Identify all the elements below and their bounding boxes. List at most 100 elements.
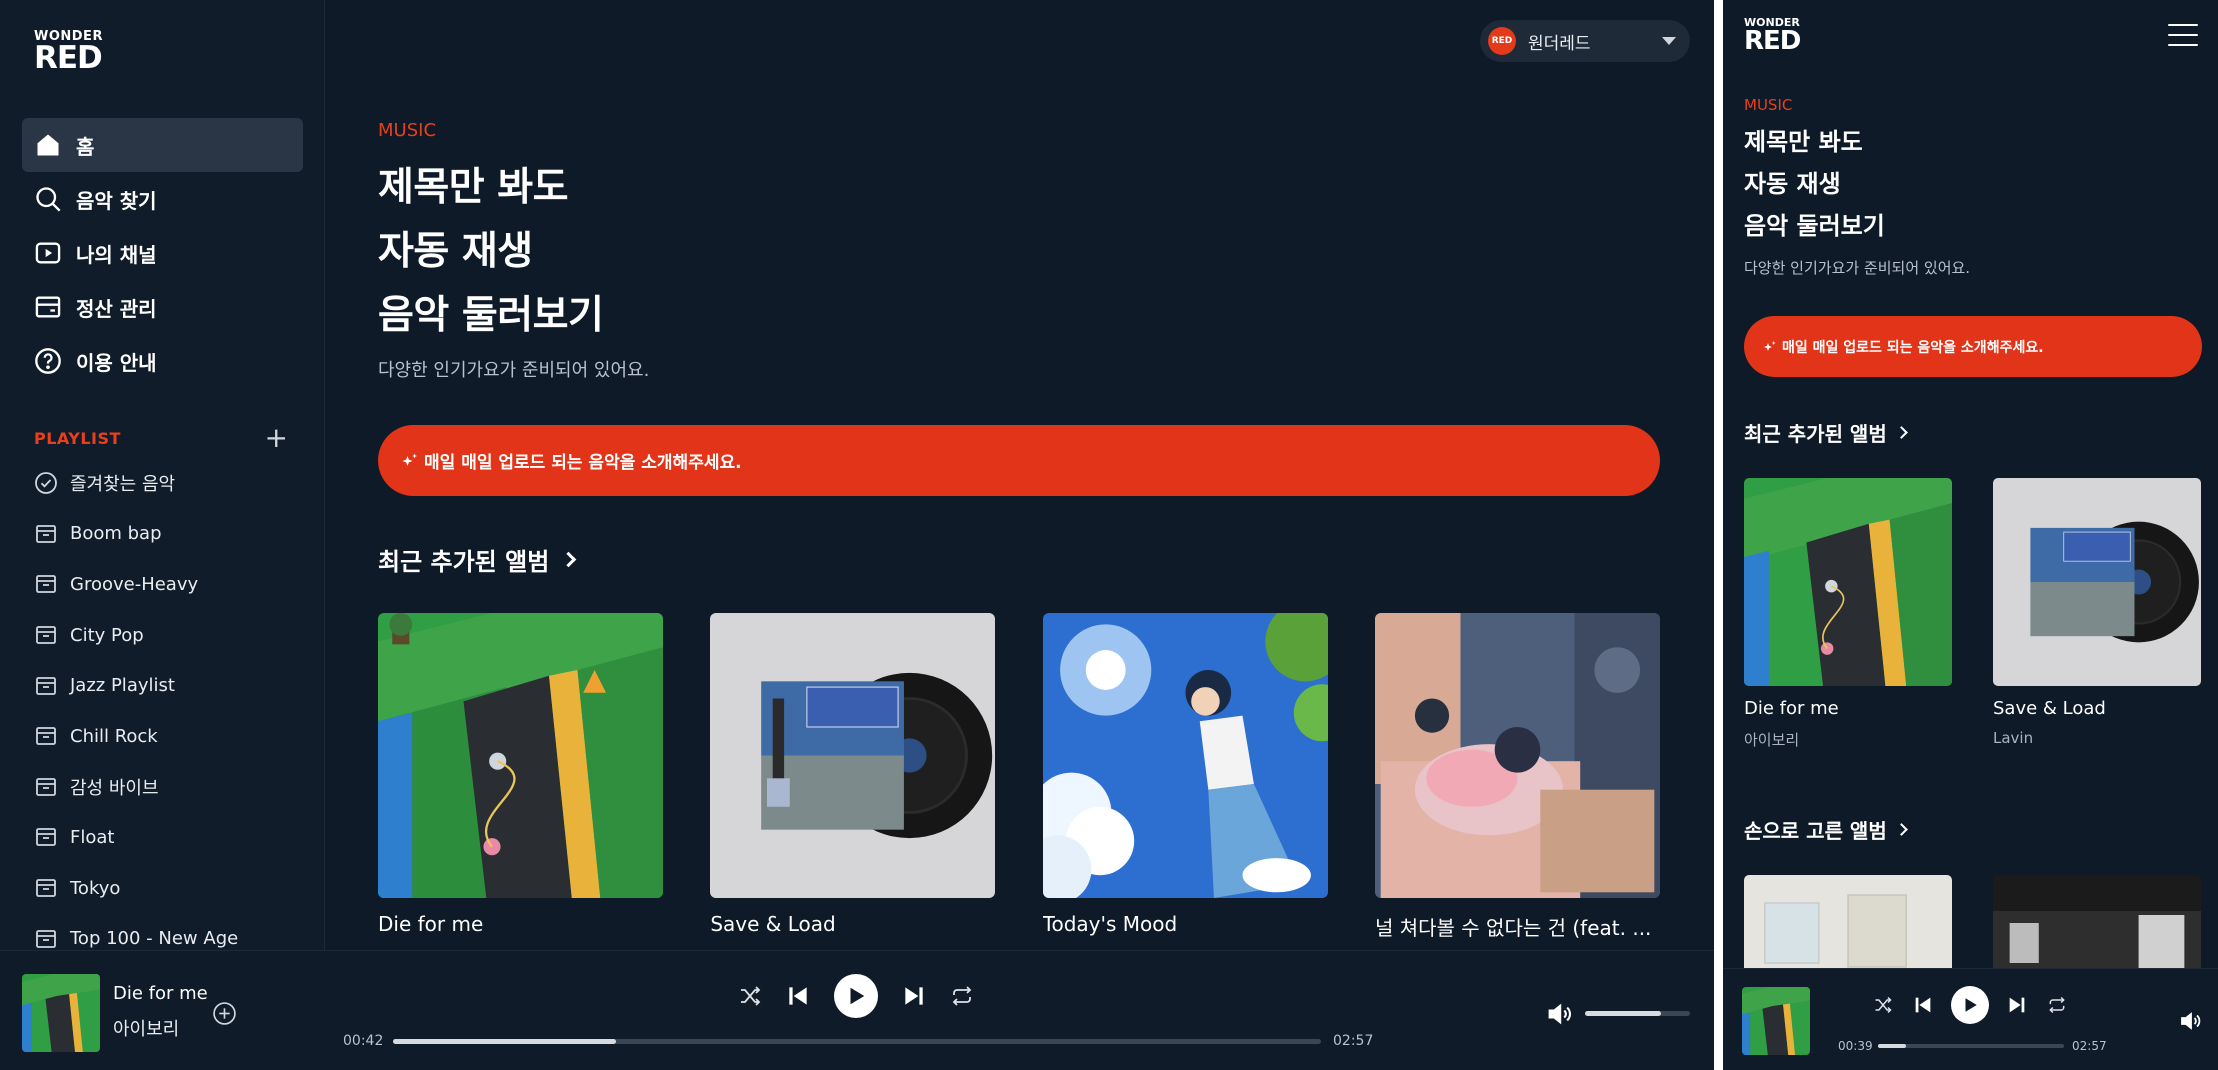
- album-title: Die for me: [1744, 698, 1839, 719]
- playlist-item[interactable]: Chill Rock: [34, 711, 304, 762]
- playlist-item[interactable]: Jazz Playlist: [34, 660, 304, 711]
- shuffle-button[interactable]: [735, 981, 765, 1011]
- progress-bar[interactable]: [1878, 1044, 2064, 1048]
- playlist-label: Top 100 - New Age: [70, 928, 239, 950]
- player-bar: Die for me 아이보리 00:42 02:57: [0, 950, 1714, 1070]
- archive-icon: [36, 777, 56, 796]
- recent-albums-title[interactable]: 최근 추가된 앨범: [378, 542, 577, 577]
- user-name: 원더레드: [1528, 33, 1591, 54]
- album-title: Die for me: [378, 912, 484, 936]
- volume-fill: [1585, 1011, 1661, 1016]
- play-button[interactable]: [1951, 986, 1989, 1024]
- play-button[interactable]: [834, 974, 878, 1018]
- promo-banner[interactable]: 매일 매일 업로드 되는 음악을 소개해주세요.: [378, 425, 1660, 496]
- playback-controls: [1863, 986, 2077, 1024]
- next-button[interactable]: [2005, 993, 2029, 1017]
- banner-text: 매일 매일 업로드 되는 음악을 소개해주세요.: [1782, 339, 2044, 356]
- next-button[interactable]: [899, 981, 929, 1011]
- now-playing-title: Die for me: [113, 983, 208, 1004]
- avatar: RED: [1488, 27, 1516, 55]
- nav-channel-label: 나의 채널: [76, 242, 157, 267]
- skip-forward-icon: [905, 987, 923, 1005]
- check-circle-icon: [35, 472, 57, 495]
- volume-icon[interactable]: [2178, 1009, 2202, 1033]
- hero-line: 제목만 봐도: [1744, 128, 1863, 156]
- album-row: Die for me Save & Load Today's Mood 널 쳐다…: [378, 613, 1660, 941]
- user-menu[interactable]: RED 원더레드: [1480, 20, 1690, 62]
- playlist-label: Tokyo: [70, 877, 121, 899]
- main-content: RED 원더레드 MUSIC 제목만 봐도 자동 재생 음악 둘러보기 다양한 …: [325, 0, 1714, 950]
- album-card[interactable]: Die for me: [378, 613, 663, 941]
- mobile-logo[interactable]: WONDER RED: [1744, 17, 1801, 56]
- total-time: 02:57: [1333, 1033, 1374, 1049]
- add-circle-icon[interactable]: [212, 1001, 237, 1026]
- main-nav: 홈 음악 찾기 나의 채널 정산 관리 이용 안내: [22, 118, 303, 388]
- album-card[interactable]: Save & Load Lavin: [1993, 478, 2201, 750]
- desktop-view: WONDER RED 홈 음악 찾기 나의 채널 정산 관리 이용 안내 PLA…: [0, 0, 1714, 1070]
- repeat-button[interactable]: [2045, 993, 2069, 1017]
- home-icon: [37, 134, 59, 156]
- album-cover-curated-2[interactable]: [1993, 875, 2201, 975]
- album-title: Save & Load: [710, 912, 836, 936]
- chevron-right-icon: [561, 551, 577, 568]
- shuffle-button[interactable]: [1871, 993, 1895, 1017]
- hamburger-menu-icon[interactable]: [2168, 24, 2198, 54]
- add-playlist-icon[interactable]: +: [265, 424, 288, 452]
- album-row: Die for me 아이보리 Save & Load Lavin: [1744, 478, 2218, 750]
- logo[interactable]: WONDER RED: [34, 30, 103, 74]
- hero-title: 제목만 봐도 자동 재생 음악 둘러보기: [1744, 121, 1885, 247]
- playlist-item[interactable]: Boom bap: [34, 509, 304, 560]
- playlist-item[interactable]: Top 100 - New Age: [34, 913, 304, 950]
- playlist-label: 감성 바이브: [70, 777, 159, 799]
- playlist-item[interactable]: Groove-Heavy: [34, 559, 304, 610]
- nav-home[interactable]: 홈: [22, 118, 303, 172]
- repeat-button[interactable]: [947, 981, 977, 1011]
- album-title: Today's Mood: [1042, 912, 1178, 936]
- album-cover-curated-1[interactable]: [1744, 875, 1952, 975]
- playlist-item[interactable]: 감성 바이브: [34, 762, 304, 813]
- volume-icon[interactable]: [1545, 1000, 1573, 1028]
- album-title: 널 쳐다볼 수 없다는 건 (feat. ...: [1374, 916, 1652, 940]
- album-cover-die-for-me: [378, 613, 663, 898]
- previous-button[interactable]: [1911, 993, 1935, 1017]
- banner-text: 매일 매일 업로드 되는 음악을 소개해주세요.: [424, 453, 742, 473]
- hero-subtitle: 다양한 인기가요가 준비되어 있어요.: [1744, 259, 1971, 277]
- nav-channel[interactable]: 나의 채널: [22, 226, 303, 280]
- playlist-item[interactable]: City Pop: [34, 610, 304, 661]
- section-kicker: MUSIC: [1744, 96, 1793, 114]
- nav-settlement[interactable]: 정산 관리: [22, 280, 303, 334]
- volume-slider[interactable]: [1585, 1011, 1690, 1016]
- archive-icon: [36, 828, 56, 847]
- hero-subtitle: 다양한 인기가요가 준비되어 있어요.: [378, 360, 650, 381]
- logo-line2: RED: [1744, 26, 1801, 56]
- album-card[interactable]: Today's Mood: [1042, 613, 1328, 941]
- promo-banner[interactable]: 매일 매일 업로드 되는 음악을 소개해주세요.: [1744, 316, 2202, 377]
- previous-button[interactable]: [783, 981, 813, 1011]
- total-time: 02:57: [2072, 1039, 2107, 1053]
- playlist-header: PLAYLIST +: [34, 424, 288, 452]
- playlist-title: PLAYLIST: [34, 428, 121, 448]
- album-card[interactable]: 널 쳐다볼 수 없다는 건 (feat. ...: [1374, 613, 1660, 941]
- nav-settlement-label: 정산 관리: [76, 296, 157, 321]
- album-cover-save-load: [1993, 478, 2201, 686]
- curated-album-row: [1744, 875, 2218, 975]
- album-card[interactable]: Save & Load: [710, 613, 996, 941]
- recent-albums-title[interactable]: 최근 추가된 앨범: [1744, 418, 1908, 447]
- current-time: 00:42: [343, 1033, 384, 1049]
- album-card[interactable]: Die for me 아이보리: [1744, 478, 1952, 750]
- playlist-item[interactable]: 즐겨찾는 음악: [34, 458, 304, 509]
- album-artist: Lavin: [1993, 729, 2034, 747]
- chevron-right-icon: [1894, 823, 1908, 836]
- progress-fill: [1878, 1044, 1906, 1048]
- playlist-label: Boom bap: [70, 523, 162, 545]
- curated-albums-title[interactable]: 손으로 고른 앨범: [1744, 815, 1908, 844]
- playlist-item[interactable]: Float: [34, 812, 304, 863]
- progress-bar[interactable]: [393, 1039, 1321, 1044]
- section-title-label: 손으로 고른 앨범: [1744, 819, 1887, 843]
- playlist-item[interactable]: Tokyo: [34, 863, 304, 914]
- nav-guide[interactable]: 이용 안내: [22, 334, 303, 388]
- view-divider: [1714, 0, 1723, 1070]
- playlist-label: City Pop: [70, 624, 144, 646]
- playlist-list: 즐겨찾는 음악 Boom bap Groove-Heavy City Pop J…: [34, 458, 304, 950]
- nav-search[interactable]: 음악 찾기: [22, 172, 303, 226]
